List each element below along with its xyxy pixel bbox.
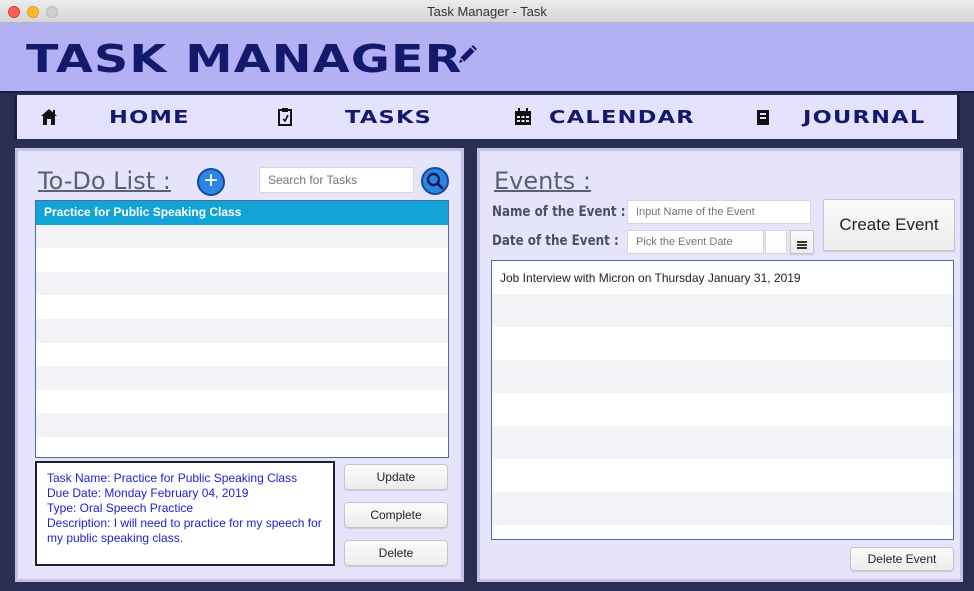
date-spacer — [765, 230, 787, 254]
complete-button[interactable]: Complete — [344, 502, 448, 528]
list-item-empty — [36, 343, 448, 367]
app-header: TASK MANAGER — [0, 23, 974, 93]
list-item-empty — [36, 366, 448, 390]
delete-event-button[interactable]: Delete Event — [850, 547, 954, 571]
event-name-label: Name of the Event : — [492, 204, 626, 220]
events-heading: Events : — [494, 167, 591, 195]
todo-panel: To-Do List : + Practice for Public Speak… — [15, 148, 464, 582]
pencil-icon — [457, 45, 477, 65]
list-item-empty — [36, 390, 448, 414]
task-detail-description: Description: I will need to practice for… — [47, 516, 322, 545]
task-search-input[interactable] — [259, 167, 414, 193]
list-item-empty — [36, 437, 448, 457]
task-details-box: Task Name: Practice for Public Speaking … — [35, 461, 335, 566]
clipboard-icon — [278, 108, 292, 126]
journal-icon — [757, 110, 769, 125]
nav-home[interactable]: HOME — [39, 95, 188, 139]
task-detail-name: Task Name: Practice for Public Speaking … — [47, 471, 298, 485]
search-button[interactable] — [421, 167, 449, 195]
list-item-empty — [492, 360, 953, 393]
list-item[interactable]: Practice for Public Speaking Class — [36, 201, 448, 225]
list-item-empty — [492, 525, 953, 539]
nav-tasks-label: TASKS — [345, 106, 433, 128]
events-list: Job Interview with Micron on Thursday Ja… — [491, 260, 954, 540]
list-item-empty — [492, 426, 953, 459]
app-brand-title: TASK MANAGER — [26, 37, 463, 81]
nav-calendar-label: CALENDAR — [549, 106, 695, 128]
event-date-input[interactable] — [627, 230, 764, 254]
event-name-input[interactable] — [627, 200, 811, 224]
list-item-empty — [492, 294, 953, 327]
list-item-empty — [36, 295, 448, 319]
event-date-label: Date of the Event : — [492, 233, 619, 249]
list-item[interactable]: Job Interview with Micron on Thursday Ja… — [492, 261, 953, 294]
date-picker-button[interactable] — [790, 230, 814, 254]
list-item-empty — [492, 327, 953, 360]
add-task-button[interactable]: + — [197, 168, 225, 196]
task-list: Practice for Public Speaking Class — [35, 200, 449, 458]
update-button[interactable]: Update — [344, 464, 448, 490]
list-item-empty — [492, 492, 953, 525]
list-item-empty — [36, 224, 448, 249]
window-titlebar: Task Manager - Task — [0, 0, 974, 23]
list-item-empty — [492, 459, 953, 492]
search-icon — [426, 172, 444, 190]
nav-tasks[interactable]: TASKS — [275, 95, 431, 139]
task-detail-due: Due Date: Monday February 04, 2019 — [47, 486, 249, 500]
calendar-icon — [515, 108, 531, 125]
nav-home-label: HOME — [109, 106, 190, 128]
main-nav: HOME TASKS CALENDAR JOURNAL — [14, 95, 960, 139]
plus-icon: + — [203, 167, 218, 194]
events-panel: Events : Name of the Event : Date of the… — [477, 148, 963, 582]
list-item-empty — [36, 318, 448, 343]
create-event-button[interactable]: Create Event — [823, 199, 955, 251]
todo-heading: To-Do List : — [38, 167, 171, 195]
delete-button[interactable]: Delete — [344, 540, 448, 566]
menu-icon — [797, 241, 807, 249]
nav-calendar[interactable]: CALENDAR — [513, 95, 694, 139]
list-item-empty — [36, 413, 448, 437]
list-item-empty — [36, 271, 448, 296]
list-item-empty — [36, 248, 448, 272]
window-title: Task Manager - Task — [427, 4, 547, 19]
list-item-empty — [492, 393, 953, 426]
task-detail-type: Type: Oral Speech Practice — [47, 501, 194, 515]
home-icon — [41, 109, 57, 125]
nav-journal-label: JOURNAL — [803, 106, 926, 128]
nav-journal[interactable]: JOURNAL — [753, 95, 924, 139]
